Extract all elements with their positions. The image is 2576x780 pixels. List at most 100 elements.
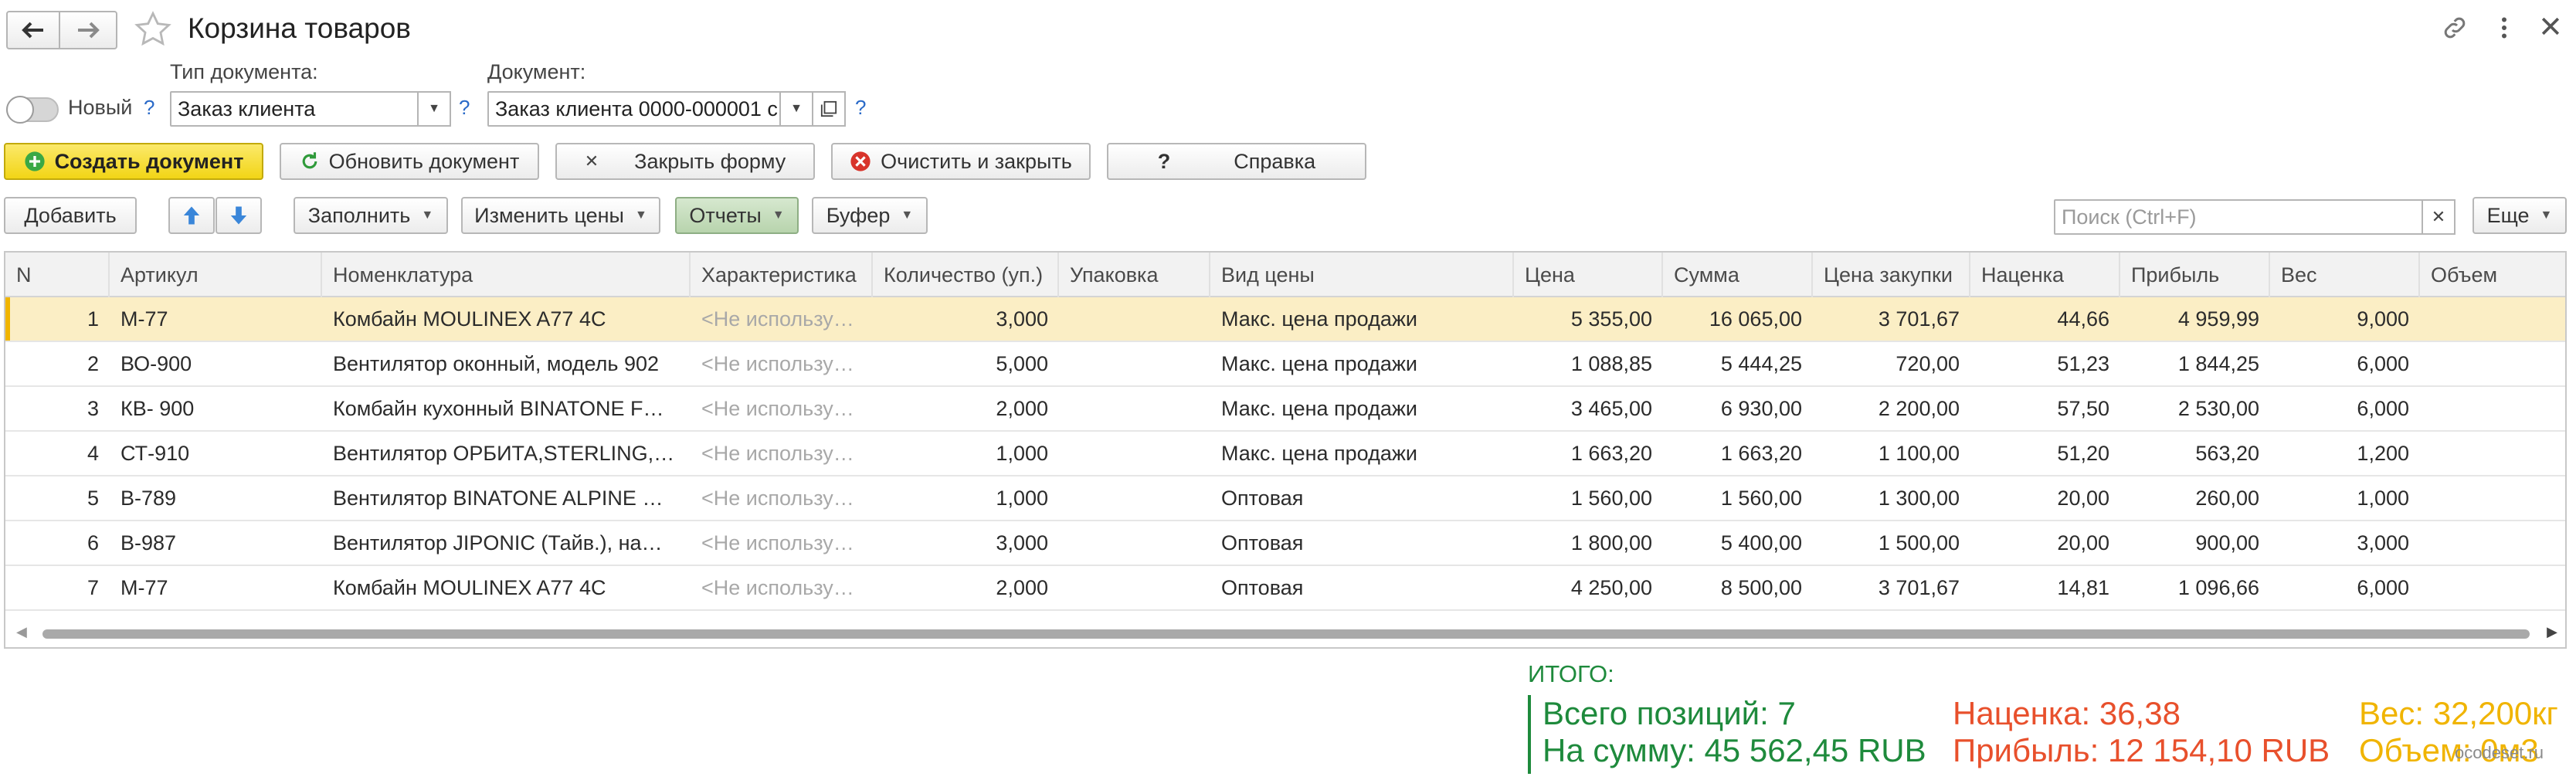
basket-table[interactable]: N Артикул Номенклатура Характеристика Количе… bbox=[4, 251, 2567, 649]
cell-n: 4 bbox=[87, 441, 99, 465]
refresh-document-button[interactable]: Обновить документ bbox=[280, 143, 539, 180]
totals-divider bbox=[1528, 695, 1531, 774]
cell-markup: 14,81 bbox=[2057, 575, 2109, 599]
table-header: N Артикул Номенклатура Характеристика Количе… bbox=[5, 253, 2565, 297]
doc-type-label: Тип документа: bbox=[170, 60, 318, 83]
table-row[interactable]: 3 КВ- 900 Комбайн кухонный BINATONE F… <Не … bbox=[5, 387, 2565, 432]
doc-field[interactable]: Заказ клиента 0000-000001 с bbox=[487, 91, 781, 127]
cell-nomenclature: Вентилятор JIPONIC (Тайв.), на… bbox=[333, 531, 663, 554]
arrow-down-icon bbox=[230, 206, 247, 225]
close-form-button[interactable]: ✕ Закрыть форму bbox=[555, 143, 815, 180]
column-header-price-type[interactable]: Вид цены bbox=[1210, 253, 1514, 297]
buffer-button[interactable]: Буфер ▼ bbox=[812, 197, 928, 234]
cell-characteristic: <Не использу… bbox=[701, 531, 854, 554]
cell-volume bbox=[2420, 476, 2565, 520]
search-input[interactable]: Поиск (Ctrl+F) bbox=[2054, 199, 2423, 235]
cell-price-type: Оптовая bbox=[1221, 486, 1304, 510]
caret-down-icon: ▼ bbox=[901, 209, 914, 222]
cell-purchase-price: 1 500,00 bbox=[1878, 531, 1960, 554]
column-header-characteristic[interactable]: Характеристика bbox=[691, 253, 873, 297]
table-row[interactable]: 5 В-789 Вентилятор BINATONE ALPINE … <Не ис… bbox=[5, 476, 2565, 521]
cell-weight: 1,200 bbox=[2357, 441, 2409, 465]
cell-price-type: Оптовая bbox=[1221, 575, 1304, 599]
cell-n: 2 bbox=[87, 351, 99, 375]
help-mark[interactable]: ? bbox=[459, 96, 470, 120]
more-button[interactable]: Еще ▼ bbox=[2472, 197, 2567, 234]
caret-down-icon: ▼ bbox=[772, 209, 785, 222]
total-profit: Прибыль: 12 154,10 RUB bbox=[1953, 732, 2330, 768]
cell-nomenclature: Вентилятор BINATONE ALPINE … bbox=[333, 486, 664, 510]
column-header-volume[interactable]: Объем bbox=[2420, 253, 2565, 297]
cell-article: КВ- 900 bbox=[120, 396, 195, 420]
cell-characteristic: <Не использу… bbox=[701, 486, 854, 510]
arrow-right-icon bbox=[78, 22, 100, 39]
new-toggle[interactable] bbox=[6, 96, 59, 124]
column-header-n[interactable]: N bbox=[5, 253, 110, 297]
doc-type-field[interactable]: Заказ клиента bbox=[170, 91, 419, 127]
reports-button[interactable]: Отчеты ▼ bbox=[675, 197, 799, 234]
clear-close-button[interactable]: Очистить и закрыть bbox=[831, 143, 1091, 180]
column-header-quantity[interactable]: Количество (уп.) bbox=[873, 253, 1059, 297]
change-prices-button[interactable]: Изменить цены ▼ bbox=[461, 197, 660, 234]
doc-label: Документ: bbox=[487, 60, 586, 83]
doc-open-button[interactable] bbox=[812, 91, 846, 127]
cell-price-type: Макс. цена продажи bbox=[1221, 351, 1418, 375]
cell-price: 1 800,00 bbox=[1570, 531, 1652, 554]
cell-weight: 6,000 bbox=[2357, 575, 2409, 599]
total-weight: Вес: 32,200кг bbox=[2359, 695, 2558, 731]
scroll-left-icon[interactable]: ◀ bbox=[16, 624, 27, 640]
table-row[interactable]: 2 ВО-900 Вентилятор оконный, модель 902 <Не… bbox=[5, 342, 2565, 387]
back-button[interactable] bbox=[6, 11, 60, 49]
cell-weight: 1,000 bbox=[2357, 486, 2409, 510]
close-window-icon[interactable] bbox=[2540, 15, 2561, 41]
column-header-weight[interactable]: Вес bbox=[2270, 253, 2420, 297]
cell-nomenclature: Вентилятор оконный, модель 902 bbox=[333, 351, 660, 375]
plus-circle-icon bbox=[24, 151, 45, 171]
new-label: Новый bbox=[68, 96, 133, 119]
cell-quantity: 3,000 bbox=[996, 531, 1048, 554]
create-document-button[interactable]: Создать документ bbox=[4, 143, 263, 180]
column-header-markup[interactable]: Наценка bbox=[1970, 253, 2120, 297]
column-header-profit[interactable]: Прибыль bbox=[2120, 253, 2270, 297]
cell-package bbox=[1059, 566, 1210, 609]
column-header-package[interactable]: Упаковка bbox=[1059, 253, 1210, 297]
doc-type-dropdown[interactable]: ▼ bbox=[417, 91, 451, 127]
table-row[interactable]: 4 СТ-910 Вентилятор ОРБИТА,STERLING,… <Не и… bbox=[5, 432, 2565, 476]
horizontal-scrollbar[interactable]: ◀ ▶ bbox=[5, 622, 2565, 646]
arrow-up-icon bbox=[183, 206, 200, 225]
totals-heading: ИТОГО: bbox=[1528, 660, 1614, 687]
help-mark[interactable]: ? bbox=[144, 96, 154, 120]
column-header-purchase-price[interactable]: Цена закупки bbox=[1813, 253, 1970, 297]
cell-n: 6 bbox=[87, 531, 99, 554]
table-row[interactable]: 6 В-987 Вентилятор JIPONIC (Тайв.), на… <Не… bbox=[5, 521, 2565, 566]
link-icon[interactable] bbox=[2441, 14, 2469, 46]
doc-type-value: Заказ клиента bbox=[178, 97, 316, 120]
more-vert-icon[interactable] bbox=[2496, 14, 2512, 42]
forward-button[interactable] bbox=[59, 11, 117, 49]
table-row[interactable]: 7 М-77 Комбайн MOULINEX A77 4C <Не использу… bbox=[5, 566, 2565, 611]
cell-characteristic: <Не использу… bbox=[701, 396, 854, 420]
column-header-article[interactable]: Артикул bbox=[110, 253, 322, 297]
scroll-right-icon[interactable]: ▶ bbox=[2547, 624, 2557, 640]
fill-button[interactable]: Заполнить ▼ bbox=[294, 197, 448, 234]
column-header-nomenclature[interactable]: Номенклатура bbox=[322, 253, 691, 297]
arrow-left-icon bbox=[22, 22, 43, 39]
column-header-sum[interactable]: Сумма bbox=[1663, 253, 1813, 297]
cell-price: 5 355,00 bbox=[1570, 307, 1652, 331]
move-down-button[interactable] bbox=[216, 197, 262, 234]
cell-quantity: 1,000 bbox=[996, 441, 1048, 465]
doc-value: Заказ клиента 0000-000001 с bbox=[495, 97, 778, 120]
cell-profit: 2 530,00 bbox=[2177, 396, 2259, 420]
scrollbar-thumb[interactable] bbox=[42, 629, 2530, 639]
help-mark[interactable]: ? bbox=[855, 96, 866, 120]
cell-quantity: 2,000 bbox=[996, 396, 1048, 420]
column-header-price[interactable]: Цена bbox=[1514, 253, 1663, 297]
search-clear-button[interactable]: ✕ bbox=[2422, 199, 2456, 235]
table-row[interactable]: 1 М-77 Комбайн MOULINEX A77 4C <Не использу… bbox=[5, 297, 2565, 342]
help-button[interactable]: ? Справка bbox=[1107, 143, 1366, 180]
favorite-star-icon[interactable] bbox=[133, 9, 173, 53]
doc-dropdown[interactable]: ▼ bbox=[779, 91, 813, 127]
move-up-button[interactable] bbox=[168, 197, 215, 234]
caret-down-icon: ▼ bbox=[421, 209, 434, 222]
add-button[interactable]: Добавить bbox=[4, 197, 137, 234]
